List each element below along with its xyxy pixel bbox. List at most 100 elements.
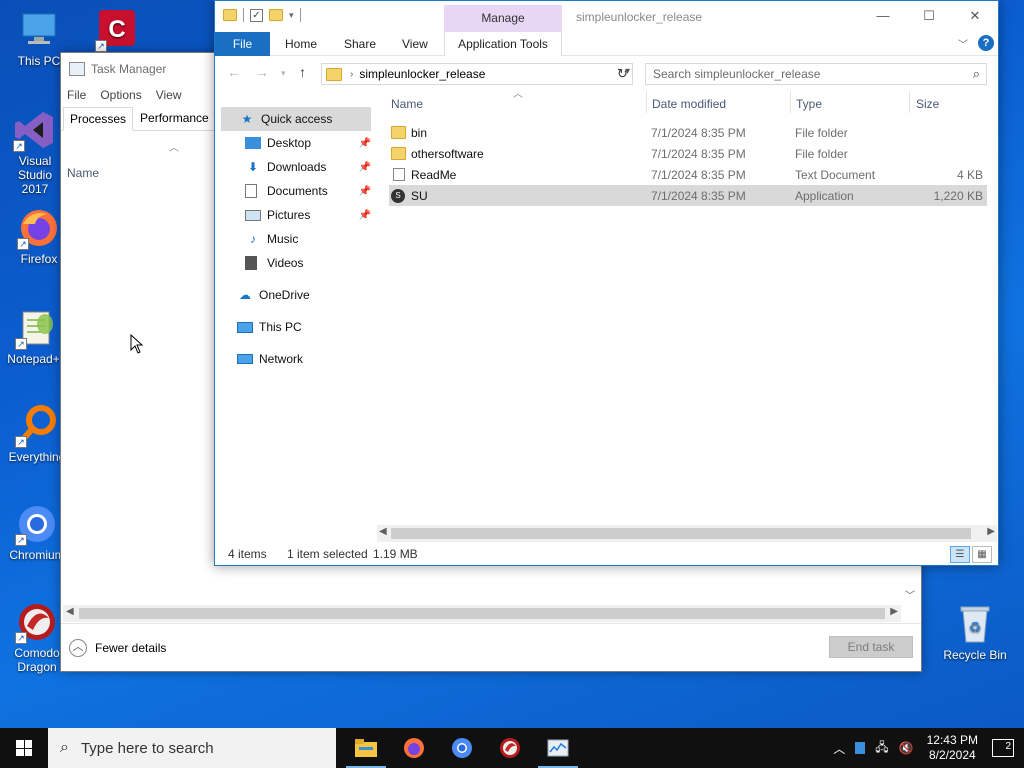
tm-menu-options[interactable]: Options xyxy=(100,88,141,102)
nav-item-onedrive[interactable]: ☁ OneDrive xyxy=(237,283,371,307)
nav-item-this-pc[interactable]: This PC xyxy=(237,315,371,339)
ribbon-tab-view[interactable]: View xyxy=(402,32,428,56)
desktop-icon-comodo-dragon[interactable]: ↗ Comodo Dragon xyxy=(6,600,68,674)
back-arrow-icon[interactable]: ← xyxy=(227,64,241,80)
pin-icon[interactable]: 📌 xyxy=(359,186,371,197)
file-row-su[interactable]: S SU 7/1/2024 8:35 PM Application 1,220 … xyxy=(389,185,987,206)
network-icon xyxy=(237,354,253,364)
expand-ribbon-chevron-icon[interactable]: ﹀ xyxy=(958,36,968,51)
refresh-icon[interactable]: ↻ xyxy=(617,66,628,82)
shortcut-arrow-icon: ↗ xyxy=(17,238,29,250)
comodo-dragon-icon: ↗ xyxy=(15,600,59,644)
column-header-name[interactable]: Name xyxy=(391,97,423,115)
desktop-icon-recycle-bin[interactable]: ♻ Recycle Bin xyxy=(942,602,1008,662)
column-header-type[interactable]: Type xyxy=(796,97,822,115)
taskbar-task-manager[interactable] xyxy=(534,728,582,768)
desktop-icon-visual-studio[interactable]: ↗ Visual Studio 2017 xyxy=(4,108,66,196)
pin-icon[interactable]: 📌 xyxy=(359,162,371,173)
nav-item-documents[interactable]: Documents 📌 xyxy=(245,179,371,203)
desktop-icon-notepad-plus-plus[interactable]: ↗ Notepad++ xyxy=(6,306,68,366)
nav-item-videos[interactable]: Videos xyxy=(245,251,371,275)
file-row-bin[interactable]: bin 7/1/2024 8:35 PM File folder xyxy=(389,122,987,143)
column-header-date-modified[interactable]: Date modified xyxy=(652,97,726,115)
up-arrow-icon[interactable]: ↑ xyxy=(299,64,306,80)
column-divider[interactable] xyxy=(646,91,647,113)
everything-search-icon: ↗ xyxy=(15,404,59,448)
breadcrumb-chevron-icon[interactable]: › xyxy=(350,69,353,80)
scroll-left-arrow-icon[interactable]: ◀ xyxy=(379,526,387,537)
ribbon-tab-home[interactable]: Home xyxy=(285,32,317,56)
pin-icon[interactable]: 📌 xyxy=(359,210,371,221)
properties-check-icon[interactable]: ✓ xyxy=(250,8,263,22)
fewer-details-label: Fewer details xyxy=(95,640,167,655)
customize-toolbar-dropdown-icon[interactable]: ▾ xyxy=(289,10,294,21)
column-divider[interactable] xyxy=(909,91,910,113)
taskbar-chromium[interactable] xyxy=(438,728,486,768)
tm-scroll-down-arrow-icon[interactable]: ﹀ xyxy=(905,587,915,602)
desktop-icon-everything[interactable]: ↗ Everything xyxy=(6,404,68,464)
desktop-icon-chromium[interactable]: ↗ Chromium xyxy=(6,502,68,562)
taskbar-comodo-dragon[interactable] xyxy=(486,728,534,768)
nav-item-quick-access[interactable]: ★ Quick access xyxy=(221,107,371,131)
tray-app-icon[interactable] xyxy=(855,742,866,754)
close-icon[interactable]: ✕ xyxy=(952,1,998,31)
pin-icon[interactable]: 📌 xyxy=(359,138,371,149)
tm-column-name[interactable]: Name xyxy=(67,166,99,180)
new-folder-icon[interactable] xyxy=(269,9,283,21)
fewer-details-button[interactable]: ︿ Fewer details xyxy=(69,638,167,657)
column-divider[interactable] xyxy=(790,91,791,113)
taskbar-file-explorer[interactable] xyxy=(342,728,390,768)
explorer-horizontal-scrollbar[interactable]: ◀ ▶ xyxy=(377,525,997,542)
tm-horizontal-scrollbar[interactable]: ◀ ▶ xyxy=(63,605,901,622)
scroll-right-arrow-icon[interactable]: ▶ xyxy=(987,526,995,537)
tab-performance[interactable]: Performance xyxy=(133,106,216,130)
start-button[interactable] xyxy=(0,728,48,768)
tab-processes[interactable]: Processes xyxy=(63,107,134,131)
taskbar-firefox[interactable] xyxy=(390,728,438,768)
address-box[interactable]: › simpleunlocker_release ▾ xyxy=(321,63,633,85)
tm-scroll-thumb[interactable] xyxy=(79,608,885,619)
large-icons-view-icon[interactable]: ▦ xyxy=(972,546,992,563)
network-icon[interactable]: 🖧 xyxy=(875,738,888,759)
nav-item-music[interactable]: ♪ Music xyxy=(245,227,371,251)
ribbon-tab-application-tools[interactable]: Application Tools xyxy=(444,32,562,56)
details-view-icon[interactable]: ☰ xyxy=(950,546,970,563)
recent-locations-chevron-icon[interactable]: ▾ xyxy=(281,68,286,79)
ribbon-tab-file[interactable]: File xyxy=(215,32,270,56)
pictures-icon xyxy=(245,209,261,221)
nav-item-downloads[interactable]: ⬇ Downloads 📌 xyxy=(245,155,371,179)
address-path[interactable]: simpleunlocker_release xyxy=(359,67,485,81)
minimize-icon[interactable]: — xyxy=(860,1,906,31)
explorer-titlebar[interactable]: ✓ ▾ Manage simpleunlocker_release — ☐ ✕ xyxy=(215,1,998,32)
scroll-left-arrow-icon[interactable]: ◀ xyxy=(66,606,74,617)
forward-arrow-icon[interactable]: → xyxy=(255,64,269,80)
tm-menu-view[interactable]: View xyxy=(156,88,182,102)
action-center-icon[interactable]: 2 xyxy=(992,739,1014,757)
manage-context-tab[interactable]: Manage xyxy=(444,5,562,32)
clock[interactable]: 12:43 PM 8/2/2024 xyxy=(927,733,978,763)
explorer-scroll-thumb[interactable] xyxy=(391,528,971,539)
file-row-othersoftware[interactable]: othersoftware 7/1/2024 8:35 PM File fold… xyxy=(389,143,987,164)
show-hidden-icons-chevron-icon[interactable]: ︿ xyxy=(833,740,845,757)
scroll-right-arrow-icon[interactable]: ▶ xyxy=(890,606,898,617)
desktop-folder-icon xyxy=(245,137,261,149)
volume-muted-icon[interactable]: 🔇 xyxy=(899,741,914,755)
file-name: bin xyxy=(411,125,428,140)
search-input[interactable]: Search simpleunlocker_release ⌕ xyxy=(645,63,987,85)
ribbon-tab-share[interactable]: Share xyxy=(344,32,376,56)
tm-menu-file[interactable]: File xyxy=(67,88,86,102)
file-explorer-window[interactable]: ✓ ▾ Manage simpleunlocker_release — ☐ ✕ … xyxy=(214,0,999,566)
end-task-button[interactable]: End task xyxy=(829,636,913,658)
column-header-size[interactable]: Size xyxy=(916,97,939,115)
maximize-icon[interactable]: ☐ xyxy=(906,1,952,31)
nav-item-network[interactable]: Network xyxy=(237,347,371,371)
file-row-readme[interactable]: ReadMe 7/1/2024 8:35 PM Text Document 4 … xyxy=(389,164,987,185)
nav-item-pictures[interactable]: Pictures 📌 xyxy=(245,203,371,227)
taskbar-search-box[interactable]: ⌕ Type here to search xyxy=(48,728,336,768)
desktop-icon-comodo-shortcut[interactable]: C ↗ xyxy=(86,8,148,54)
monitor-icon xyxy=(17,8,61,52)
search-icon[interactable]: ⌕ xyxy=(973,64,980,84)
help-icon[interactable]: ? xyxy=(978,35,994,51)
nav-item-desktop[interactable]: Desktop 📌 xyxy=(245,131,371,155)
nav-item-label: Music xyxy=(267,232,299,246)
